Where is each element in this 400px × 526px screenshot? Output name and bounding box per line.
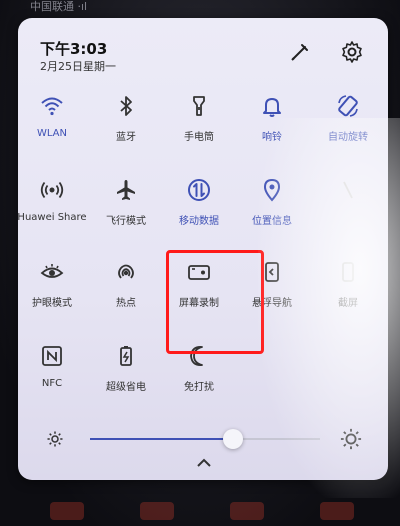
sun-large-icon[interactable] [340, 428, 362, 450]
tile-label: 超级省电 [106, 382, 146, 393]
battery-saver-icon [120, 346, 132, 366]
brightness-slider-thumb[interactable] [222, 429, 243, 449]
tile-wlan[interactable]: WLAN [12, 94, 92, 154]
tile-label: 截屏 [338, 298, 358, 309]
share-icon [40, 181, 64, 199]
tile-auto-rotate[interactable]: 自动旋转 [308, 94, 388, 154]
tile-bluetooth[interactable]: 蓝牙 [86, 94, 166, 154]
tile-label: 热点 [116, 298, 136, 309]
location-icon [263, 178, 281, 202]
chevron-up-icon[interactable] [196, 458, 212, 468]
brightness-slider-fill [90, 438, 233, 440]
quick-settings-panel: 下午3:03 2月25日星期一 WLAN 蓝牙 手电筒 响铃 自动旋转 Huaw… [17, 18, 400, 498]
phone-screen: 中国联通 ·ıl 下午3:03 2月25日星期一 WLAN 蓝牙 手电筒 响铃 … [0, 0, 400, 526]
tile-label: Huawei Share [17, 212, 87, 223]
clock-time: 下午3:03 [40, 40, 108, 58]
hotspot-icon [118, 264, 134, 279]
tile-battery-saver[interactable]: 超级省电 [86, 344, 166, 404]
tile-label: 免打扰 [184, 382, 214, 393]
clock-date: 2月25日星期一 [40, 60, 116, 73]
screenshot-icon [342, 262, 354, 282]
tile-label: NFC [41, 378, 63, 389]
tile-mobile-data[interactable]: 移动数据 [159, 178, 239, 238]
tile-nfc[interactable]: NFC [12, 344, 92, 404]
tile-eye-comfort[interactable]: 护眼模式 [12, 260, 92, 320]
sun-small-icon [47, 431, 63, 447]
dock-app [140, 502, 174, 520]
tile-airplane[interactable]: 飞行模式 [86, 178, 166, 238]
tile-label: WLAN [36, 128, 67, 139]
nfc-icon [42, 346, 62, 366]
tile-huawei-share[interactable]: Huawei Share [12, 178, 92, 238]
tile-ring[interactable]: 响铃 [232, 94, 312, 154]
tile-label: 护眼模式 [32, 298, 72, 309]
dock-app [230, 502, 264, 520]
tile-hotspot[interactable]: 热点 [86, 260, 166, 320]
tile-label: 自动旋转 [328, 132, 368, 143]
home-dock [0, 490, 400, 526]
wifi-icon [41, 97, 63, 116]
dock-app [50, 502, 84, 520]
airplane-icon [117, 180, 135, 200]
tile-flashlight[interactable]: 手电筒 [159, 94, 239, 154]
tile-location[interactable]: 位置信息 [232, 178, 312, 238]
tile-label: 飞行模式 [106, 216, 146, 227]
flashlight-icon [193, 96, 205, 116]
status-bar: 中国联通 ·ıl [30, 0, 88, 13]
tile-label: 响铃 [262, 132, 282, 143]
pencil-icon[interactable] [288, 40, 312, 64]
rotate-icon [338, 95, 358, 117]
bell-icon [263, 98, 281, 117]
dock-app [320, 502, 354, 520]
tile-label: 位置信息 [252, 216, 292, 227]
mobile-data-icon [188, 179, 210, 201]
hotspot-partial-icon [343, 181, 353, 199]
tile-label: 蓝牙 [116, 132, 136, 143]
highlight-box-screen-record [166, 250, 264, 354]
tile-hidden[interactable] [308, 178, 388, 238]
brightness-slider-track[interactable] [90, 429, 320, 449]
tile-label: 手电筒 [184, 132, 214, 143]
bluetooth-icon [120, 96, 132, 116]
tile-label: 移动数据 [179, 216, 219, 227]
brightness-control [38, 424, 368, 456]
gear-icon[interactable] [340, 40, 364, 64]
tile-screenshot[interactable]: 截屏 [308, 260, 388, 320]
eye-icon [40, 264, 64, 278]
